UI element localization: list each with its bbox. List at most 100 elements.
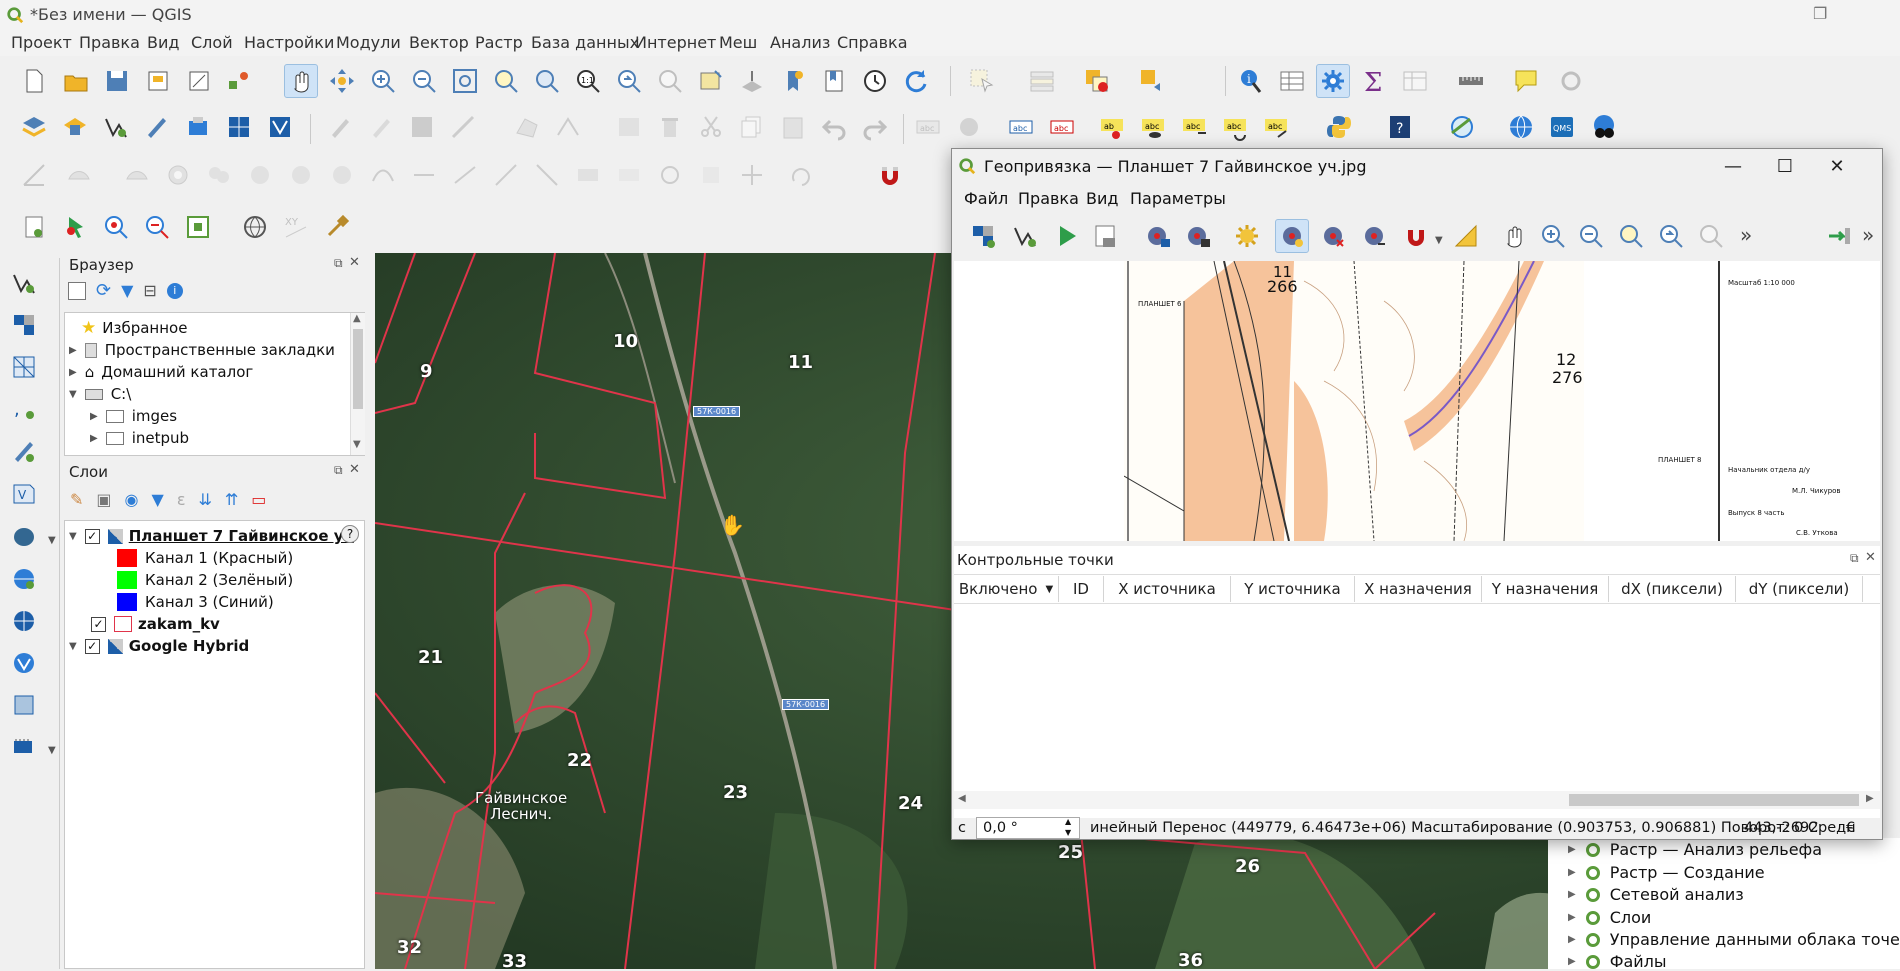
measure-line-icon[interactable] bbox=[1454, 64, 1488, 98]
scroll-right-icon[interactable]: ▶ bbox=[1866, 793, 1874, 804]
menu-project[interactable]: Проект bbox=[11, 33, 72, 52]
expand-arrow-icon[interactable]: ▶ bbox=[1568, 889, 1576, 900]
collapse-arrow-icon[interactable]: ▼ bbox=[69, 389, 77, 400]
globe-grid-icon[interactable] bbox=[238, 210, 272, 244]
chevron-down-icon[interactable]: ▼ bbox=[48, 745, 56, 756]
menu-view[interactable]: Вид bbox=[147, 33, 179, 52]
chevron-down-icon[interactable]: ▼ bbox=[48, 535, 56, 546]
expand-arrow-icon[interactable]: ▶ bbox=[90, 411, 98, 422]
processing-item[interactable]: ▶ Слои bbox=[1568, 908, 1651, 927]
start-georeferencing-icon[interactable] bbox=[1050, 219, 1084, 253]
expand-arrow-icon[interactable]: ▶ bbox=[1568, 844, 1576, 855]
add-wms-layer-icon[interactable] bbox=[7, 562, 41, 596]
delete-point-icon[interactable] bbox=[1316, 219, 1350, 253]
delete-selected-icon[interactable] bbox=[653, 110, 687, 144]
minimize-icon[interactable]: — bbox=[1710, 151, 1756, 181]
menu-edit[interactable]: Правка bbox=[79, 33, 140, 52]
web-globe-icon[interactable] bbox=[1504, 110, 1538, 144]
select-features-icon[interactable] bbox=[965, 64, 999, 98]
layer-row-zakam-kv[interactable]: ✓ zakam_kv bbox=[91, 613, 220, 635]
float-panel-icon[interactable]: ⧉ bbox=[1850, 551, 1859, 566]
restore-window-icon[interactable]: ❐ bbox=[1813, 4, 1827, 23]
save-gcp-icon[interactable] bbox=[1182, 219, 1216, 253]
menu-layer[interactable]: Слой bbox=[191, 33, 233, 52]
vertex-editor-icon[interactable] bbox=[735, 158, 769, 192]
zoom-full-icon[interactable] bbox=[448, 64, 482, 98]
link-qgis-to-georef-icon[interactable] bbox=[1822, 219, 1856, 253]
tree-item-inetpub[interactable]: ▶ inetpub bbox=[90, 427, 189, 449]
show-bookmarks-icon[interactable] bbox=[817, 64, 851, 98]
quickmapservices-icon[interactable]: QMS bbox=[1545, 110, 1579, 144]
reverse-line-icon[interactable] bbox=[407, 158, 441, 192]
close-panel-icon[interactable]: ✕ bbox=[349, 255, 360, 270]
georef-menu-edit[interactable]: Правка bbox=[1018, 189, 1079, 208]
georef-zoom-layer-icon[interactable] bbox=[1614, 219, 1648, 253]
merge-attributes-icon[interactable] bbox=[612, 158, 646, 192]
expand-arrow-icon[interactable]: ▶ bbox=[90, 433, 98, 444]
browser-scrollbar[interactable]: ▲ ▼ bbox=[350, 313, 365, 455]
georef-menu-view[interactable]: Вид bbox=[1086, 189, 1118, 208]
expand-all-icon[interactable]: ⇊ bbox=[198, 490, 211, 509]
help-icon[interactable]: ? bbox=[1383, 110, 1417, 144]
add-delimited-layer-icon[interactable]: , bbox=[7, 392, 41, 426]
add-gps-layer-icon[interactable] bbox=[7, 730, 41, 764]
close-icon[interactable]: ✕ bbox=[1814, 151, 1860, 181]
tree-item-home[interactable]: ▶ ⌂ Домашний каталог bbox=[69, 361, 253, 383]
toolbar-overflow-icon[interactable]: » bbox=[1740, 223, 1752, 247]
snapping-icon[interactable] bbox=[873, 158, 907, 192]
collapse-all-icon[interactable]: ⊟ bbox=[143, 281, 156, 300]
add-vector-layer-icon[interactable] bbox=[7, 266, 41, 300]
float-panel-icon[interactable]: ⧉ bbox=[334, 463, 343, 478]
delete-part-icon[interactable] bbox=[325, 158, 359, 192]
redo-icon[interactable] bbox=[858, 110, 892, 144]
trim-extend-icon[interactable] bbox=[448, 158, 482, 192]
column-dy[interactable]: dY (пиксели) bbox=[1736, 576, 1863, 602]
add-delimited-text-icon[interactable] bbox=[140, 110, 174, 144]
new-print-layout-icon[interactable] bbox=[141, 64, 175, 98]
gcp-horizontal-scrollbar[interactable]: ◀ ▶ bbox=[954, 791, 1880, 809]
add-wcs-layer-icon[interactable] bbox=[7, 604, 41, 638]
processing-item[interactable]: ▶ Управление данными облака точек bbox=[1568, 930, 1900, 949]
tree-item-imges[interactable]: ▶ imges bbox=[90, 405, 177, 427]
menu-plugins[interactable]: Модули bbox=[336, 33, 401, 52]
layer-visibility-checkbox[interactable]: ✓ bbox=[84, 638, 100, 654]
spin-arrows-icon[interactable]: ▲ ▼ bbox=[1065, 816, 1071, 838]
collapse-arrow-icon[interactable]: ▼ bbox=[69, 531, 77, 542]
select-by-value-icon[interactable] bbox=[1025, 64, 1059, 98]
georef-zoom-next-icon[interactable] bbox=[1694, 219, 1728, 253]
zoom-out-icon[interactable] bbox=[407, 64, 441, 98]
layer-visibility-checkbox[interactable]: ✓ bbox=[84, 528, 100, 544]
save-edits-icon[interactable] bbox=[405, 110, 439, 144]
maximize-icon[interactable]: ☐ bbox=[1762, 151, 1808, 181]
add-group-icon[interactable]: ▣ bbox=[96, 490, 111, 509]
expand-arrow-icon[interactable]: ▶ bbox=[1568, 934, 1576, 945]
layer-row-google-hybrid[interactable]: ▼ ✓ Google Hybrid bbox=[69, 635, 249, 657]
menu-vector[interactable]: Вектор bbox=[409, 33, 469, 52]
georef-menu-file[interactable]: Файл bbox=[964, 189, 1008, 208]
crs-indicator[interactable]: € bbox=[1846, 820, 1855, 836]
zoom-last-icon[interactable] bbox=[612, 64, 646, 98]
data-source-manager-icon[interactable] bbox=[17, 110, 51, 144]
refresh-icon[interactable] bbox=[899, 64, 933, 98]
split-parts-icon[interactable] bbox=[530, 158, 564, 192]
reshape-icon[interactable] bbox=[62, 158, 96, 192]
manage-visibility-icon[interactable]: ◉ bbox=[125, 490, 139, 509]
toggle-editing-icon[interactable] bbox=[364, 110, 398, 144]
tree-item-drive-c[interactable]: ▼ C:\ bbox=[69, 383, 131, 405]
menu-settings[interactable]: Настройки bbox=[244, 33, 334, 52]
add-vector-icon[interactable] bbox=[99, 110, 133, 144]
split-features-icon[interactable] bbox=[489, 158, 523, 192]
transformation-settings-icon[interactable] bbox=[1230, 219, 1264, 253]
expand-arrow-icon[interactable]: ▶ bbox=[1568, 956, 1576, 967]
annotation-zoom-out-icon[interactable] bbox=[140, 210, 174, 244]
scrollbar-thumb[interactable] bbox=[353, 329, 363, 409]
advanced-digitizing-icon[interactable] bbox=[17, 158, 51, 192]
open-vector-icon[interactable] bbox=[1008, 219, 1042, 253]
processing-item[interactable]: ▶ Растр — Анализ рельефа bbox=[1568, 840, 1822, 859]
expand-arrow-icon[interactable]: ▶ bbox=[69, 345, 77, 356]
change-label-icon[interactable]: abc bbox=[1259, 110, 1293, 144]
python-console-icon[interactable] bbox=[1322, 110, 1356, 144]
menu-raster[interactable]: Растр bbox=[475, 33, 523, 52]
georef-zoom-last-icon[interactable] bbox=[1654, 219, 1688, 253]
remove-layer-icon[interactable]: ▭ bbox=[251, 490, 266, 509]
